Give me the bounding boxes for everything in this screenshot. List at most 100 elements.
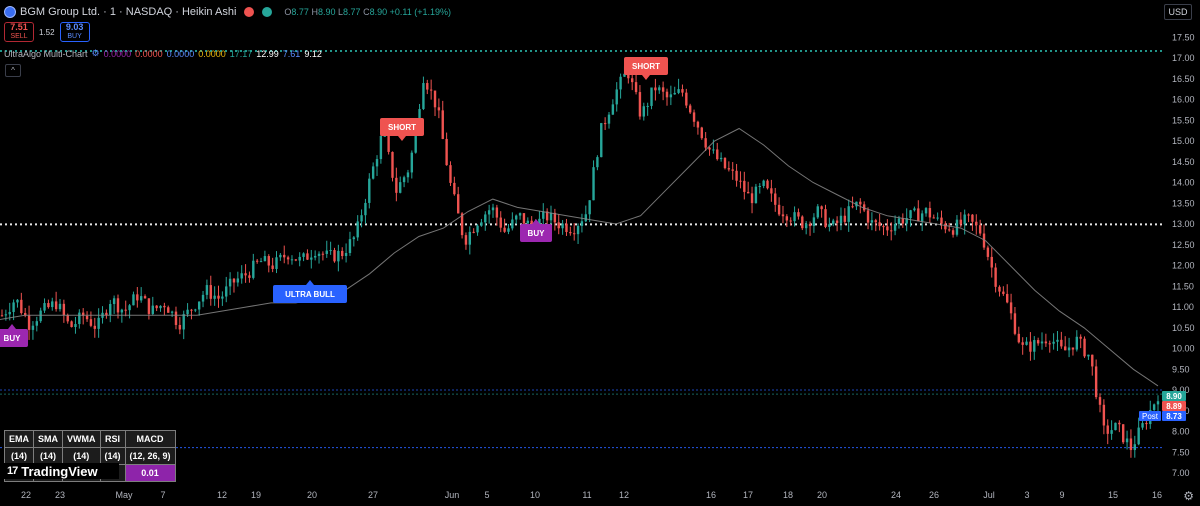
candle-body xyxy=(225,286,228,297)
symbol-title[interactable]: BGM Group Ltd. · 1 · NASDAQ · Heikin Ash… xyxy=(20,6,236,18)
indicator-settings-icon[interactable]: ⚙ xyxy=(92,48,100,59)
candle-body xyxy=(866,210,870,223)
symbol-logo-icon xyxy=(4,6,16,18)
tradingview-logo[interactable]: 17 TradingView xyxy=(4,463,119,479)
candle-body xyxy=(870,220,874,223)
candle-body xyxy=(739,180,742,182)
candle-body xyxy=(1106,425,1109,434)
candle-body xyxy=(16,299,19,303)
candle-body xyxy=(344,253,348,257)
indicator-legend[interactable]: UltraAlgo Multi-Chart ⚙ 0.0000 0.0000 0.00… xyxy=(4,48,322,59)
candle-body xyxy=(313,255,317,258)
candle-body xyxy=(1025,341,1028,345)
indicator-name[interactable]: UltraAlgo Multi-Chart xyxy=(4,49,88,59)
candle-body xyxy=(1156,401,1160,405)
candle-body xyxy=(1009,302,1013,314)
candle-body xyxy=(476,225,479,233)
candle-body xyxy=(731,169,734,171)
candle-body xyxy=(735,170,738,181)
indicator-value: 0.0000 xyxy=(166,48,195,59)
candle-body xyxy=(35,321,38,326)
candle-body xyxy=(325,250,328,254)
table-header: EMA xyxy=(4,430,34,448)
table-header-row: EMA SMA VWMA RSI MACD xyxy=(4,430,176,448)
candle-body xyxy=(120,309,124,313)
buy-button[interactable]: 9.03 BUY xyxy=(59,22,90,42)
candle-body xyxy=(696,121,700,128)
x-tick-label: 7 xyxy=(160,490,165,500)
candle-body xyxy=(804,223,808,229)
signal-label[interactable]: SHORT xyxy=(624,57,668,80)
sell-button[interactable]: 7.51 SELL xyxy=(4,22,34,42)
candle-body xyxy=(750,193,754,204)
candle-body xyxy=(109,304,112,316)
candle-body xyxy=(808,223,812,227)
signal-label[interactable]: ULTRA BULL xyxy=(273,280,347,303)
table-cell: 0.01 xyxy=(124,464,176,482)
y-tick-label: 13.00 xyxy=(1172,219,1195,229)
candle-body xyxy=(240,273,243,279)
tradingview-icon: 17 xyxy=(7,465,18,477)
x-tick-label: 20 xyxy=(817,490,827,500)
candle-body xyxy=(236,278,240,283)
candle-body xyxy=(673,92,676,95)
price-chart[interactable]: 7.007.508.008.509.009.5010.0010.5011.001… xyxy=(0,0,1200,506)
candle-body xyxy=(963,214,966,225)
signal-label[interactable]: SHORT xyxy=(380,118,424,141)
candle-body xyxy=(1048,343,1051,345)
collapse-legend-button[interactable]: ^ xyxy=(5,64,21,77)
x-tick-label: 26 xyxy=(929,490,939,500)
candle-body xyxy=(569,232,572,234)
candle-body xyxy=(205,285,209,295)
x-tick-label: 15 xyxy=(1108,490,1118,500)
candle-body xyxy=(611,104,615,115)
candle-body xyxy=(410,152,414,173)
y-tick-label: 16.00 xyxy=(1172,95,1195,105)
candle-body xyxy=(522,213,526,224)
candle-body xyxy=(317,253,321,256)
signal-label[interactable]: BUY xyxy=(0,324,28,347)
y-tick-label: 12.50 xyxy=(1172,240,1195,250)
currency-selector[interactable]: USD xyxy=(1164,4,1192,20)
table-header: RSI xyxy=(99,430,126,448)
chart-settings-icon[interactable]: ⚙ xyxy=(1183,489,1194,503)
candle-body xyxy=(445,138,448,166)
indicator-value: 0.0000 xyxy=(103,48,132,59)
candle-body xyxy=(182,314,185,330)
candle-body xyxy=(932,217,935,219)
candle-body xyxy=(1006,293,1009,303)
table-header: VWMA xyxy=(62,430,101,448)
candle-body xyxy=(828,224,831,227)
data-status-icon xyxy=(262,7,273,17)
candle-body xyxy=(654,87,657,91)
candle-body xyxy=(159,305,162,309)
candle-body xyxy=(746,191,750,194)
candle-body xyxy=(886,226,889,231)
candle-body xyxy=(39,310,42,322)
post-label: Post xyxy=(1138,411,1161,421)
candle-body xyxy=(557,222,560,229)
candle-body xyxy=(480,222,483,226)
candle-body xyxy=(402,177,406,183)
candle-body xyxy=(580,221,584,226)
candle-body xyxy=(422,83,425,110)
candle-body xyxy=(190,309,193,311)
candle-body xyxy=(271,265,274,269)
y-tick-label: 13.50 xyxy=(1172,198,1195,208)
candle-body xyxy=(890,230,893,232)
candle-body xyxy=(1029,341,1032,352)
candle-body xyxy=(47,303,50,308)
signal-pointer xyxy=(8,324,16,329)
y-tick-label: 9.50 xyxy=(1172,364,1190,374)
x-tick-label: 11 xyxy=(582,490,591,500)
candle-body xyxy=(487,210,491,215)
candle-body xyxy=(337,250,340,262)
candle-body xyxy=(464,235,468,245)
candle-body xyxy=(387,135,390,152)
y-tick-label: 17.00 xyxy=(1172,53,1195,63)
candle-body xyxy=(395,177,398,193)
candle-body xyxy=(600,123,603,158)
candle-body xyxy=(777,204,781,215)
table-cell: (12, 26, 9) xyxy=(124,447,176,465)
signal-pointer xyxy=(306,280,314,285)
